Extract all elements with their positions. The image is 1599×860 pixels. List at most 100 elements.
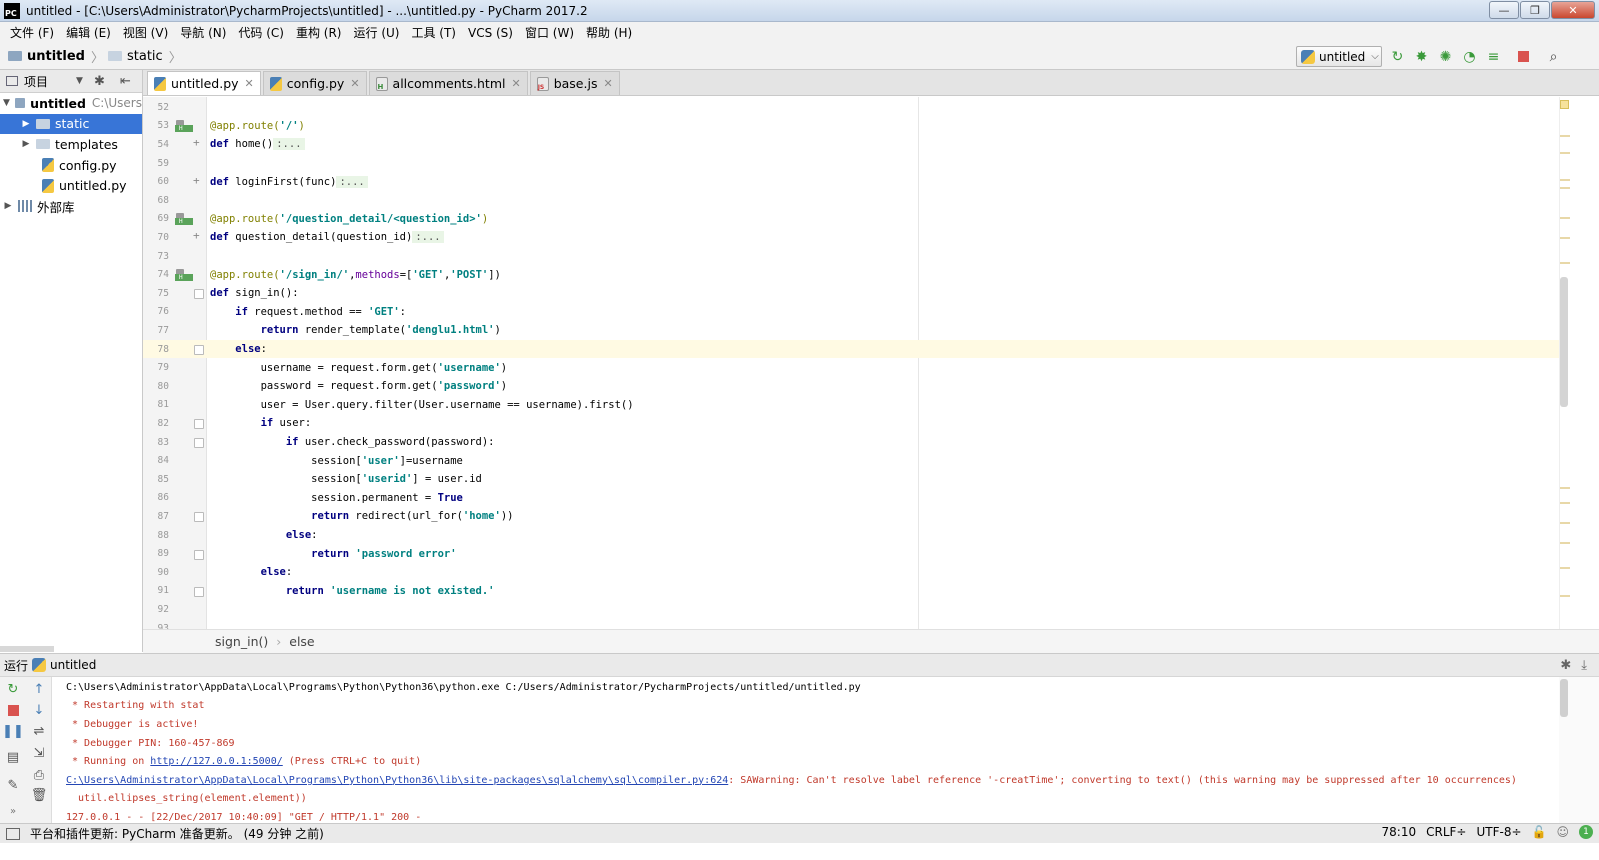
error-stripe-mark[interactable]: [1560, 237, 1570, 239]
run-panel-config[interactable]: untitled: [50, 658, 96, 672]
close-button[interactable]: ✕: [1551, 1, 1595, 19]
error-stripe-mark[interactable]: [1560, 187, 1570, 189]
chevron-down-icon[interactable]: ▼: [2, 98, 11, 108]
minimize-button[interactable]: —: [1489, 1, 1519, 19]
fold-marker-icon[interactable]: [192, 585, 206, 597]
code-line[interactable]: 77 return render_template('denglu1.html'…: [143, 321, 1559, 340]
menu-edit[interactable]: 编辑 (E): [60, 24, 117, 41]
code-line[interactable]: 73: [143, 247, 1559, 266]
tab-config-py[interactable]: config.py ✕: [262, 71, 367, 95]
code-line[interactable]: 84 session['user']=username: [143, 451, 1559, 470]
file-encoding[interactable]: UTF-8÷: [1476, 825, 1521, 839]
run-config-select[interactable]: untitled ⌵: [1296, 46, 1382, 67]
code-line[interactable]: 87 return redirect(url_for('home')): [143, 507, 1559, 526]
editor-scrollbar[interactable]: [1559, 97, 1599, 629]
chevron-right-icon[interactable]: ▶: [20, 119, 32, 129]
code-line[interactable]: 85 session['userid'] = user.id: [143, 470, 1559, 489]
code-line[interactable]: 90 else:: [143, 563, 1559, 582]
close-icon[interactable]: ✕: [350, 77, 359, 90]
trash-icon[interactable]: 🗑: [31, 787, 48, 803]
code-line[interactable]: 80 password = request.form.get('password…: [143, 377, 1559, 396]
stop-icon[interactable]: [1514, 47, 1533, 66]
pin-icon[interactable]: ✎: [5, 777, 21, 793]
pause-icon[interactable]: ❚❚: [2, 723, 24, 739]
rerun-icon[interactable]: ↻: [1388, 47, 1407, 66]
fold-marker-icon[interactable]: [192, 436, 206, 449]
run-console[interactable]: C:\Users\Administrator\AppData\Local\Pro…: [52, 677, 1559, 823]
code-line[interactable]: 92: [143, 600, 1559, 619]
tree-item-templates[interactable]: ▶ templates: [0, 134, 142, 155]
error-stripe-mark[interactable]: [1560, 487, 1570, 489]
menu-run[interactable]: 运行 (U): [348, 24, 406, 41]
stop-icon[interactable]: [5, 702, 21, 718]
menu-refactor[interactable]: 重构 (R): [290, 24, 348, 41]
tab-base-js[interactable]: base.js ✕: [529, 71, 620, 95]
error-stripe-mark[interactable]: [1560, 595, 1570, 597]
chevron-right-icon[interactable]: ▶: [20, 139, 32, 149]
debug-icon[interactable]: ✸: [1412, 47, 1431, 66]
code-line[interactable]: 70 def question_detail(question_id):...: [143, 228, 1559, 247]
menu-vcs[interactable]: VCS (S): [462, 26, 519, 40]
fold-marker-icon[interactable]: [192, 174, 206, 188]
code-line[interactable]: 78 else:: [143, 339, 1559, 359]
code-line[interactable]: 74 @app.route('/sign_in/',methods=['GET',…: [143, 265, 1559, 284]
code-line[interactable]: 82 if user:: [143, 414, 1559, 433]
hide-panel-icon[interactable]: ⤓: [1581, 658, 1587, 673]
rerun-icon[interactable]: ↻: [5, 681, 21, 697]
search-icon[interactable]: ⌕: [1544, 47, 1563, 66]
fold-marker-icon[interactable]: [192, 343, 206, 356]
console-link[interactable]: C:\Users\Administrator\AppData\Local\Pro…: [66, 775, 728, 786]
print-icon[interactable]: ⎙: [31, 767, 47, 783]
error-stripe-mark[interactable]: [1560, 135, 1570, 137]
scrollbar-thumb[interactable]: [1560, 277, 1568, 407]
code-line[interactable]: 91 return 'username is not existed.': [143, 582, 1559, 601]
close-icon[interactable]: ✕: [511, 77, 520, 90]
menu-window[interactable]: 窗口 (W): [519, 24, 580, 41]
arrow-up-icon[interactable]: ↑: [31, 681, 47, 697]
code-line[interactable]: 69 @app.route('/question_detail/<question…: [143, 210, 1559, 229]
code-token[interactable]: :...: [336, 175, 368, 188]
code-editor[interactable]: 5253@app.route('/')54def home():...5960d…: [143, 97, 1559, 629]
code-breadcrumb-block[interactable]: else: [289, 634, 314, 649]
error-stripe-mark[interactable]: [1560, 522, 1570, 524]
error-stripe-mark[interactable]: [1560, 217, 1570, 219]
fold-marker-icon[interactable]: [192, 548, 206, 560]
code-line[interactable]: 86 session.permanent = True: [143, 489, 1559, 508]
menu-code[interactable]: 代码 (C): [232, 24, 290, 41]
code-line[interactable]: 93: [143, 619, 1559, 629]
tree-item-untitled-py[interactable]: untitled.py: [0, 175, 142, 196]
code-line[interactable]: 59: [143, 154, 1559, 173]
project-panel-title[interactable]: 项目: [24, 73, 48, 90]
tool-window-toggle-icon[interactable]: [6, 827, 20, 840]
error-stripe-mark[interactable]: [1560, 502, 1570, 504]
console-link[interactable]: http://127.0.0.1:5000/: [150, 756, 282, 767]
code-line[interactable]: 81 user = User.query.filter(User.usernam…: [143, 396, 1559, 415]
soft-wrap-icon[interactable]: ⇌: [31, 723, 47, 739]
tree-root[interactable]: ▼ untitled C:\Users: [0, 93, 142, 114]
code-breadcrumb-function[interactable]: sign_in(): [215, 634, 268, 649]
status-message[interactable]: 平台和插件更新: PyCharm 准备更新。 (49 分钟 之前): [30, 825, 324, 842]
menu-tools[interactable]: 工具 (T): [405, 24, 462, 41]
fold-marker-icon[interactable]: [192, 287, 206, 300]
console-scrollbar[interactable]: [1559, 677, 1599, 823]
breadcrumb-child[interactable]: static: [127, 49, 163, 64]
code-line[interactable]: 75 def sign_in():: [143, 284, 1559, 303]
gear-icon[interactable]: ✱: [94, 74, 105, 89]
route-html-icon[interactable]: [174, 268, 193, 282]
fold-marker-icon[interactable]: [192, 229, 206, 243]
restore-layout-icon[interactable]: ▤: [5, 749, 21, 765]
maximize-button[interactable]: ❐: [1520, 1, 1550, 19]
tree-item-static[interactable]: ▶ static: [0, 113, 142, 135]
lock-icon[interactable]: 🔓: [1532, 825, 1547, 839]
more-icon[interactable]: »: [5, 803, 21, 819]
fold-marker-icon[interactable]: [192, 136, 206, 150]
gear-icon[interactable]: ✱: [1560, 658, 1571, 673]
line-separator[interactable]: CRLF÷: [1426, 825, 1466, 839]
menu-file[interactable]: 文件 (F): [4, 24, 60, 41]
fold-marker-icon[interactable]: [192, 417, 206, 430]
code-line[interactable]: 79 username = request.form.get('username…: [143, 358, 1559, 377]
menu-navigate[interactable]: 导航 (N): [174, 24, 232, 41]
code-token[interactable]: :...: [412, 231, 444, 244]
chevron-right-icon[interactable]: ▶: [2, 201, 14, 211]
menu-view[interactable]: 视图 (V): [117, 24, 174, 41]
